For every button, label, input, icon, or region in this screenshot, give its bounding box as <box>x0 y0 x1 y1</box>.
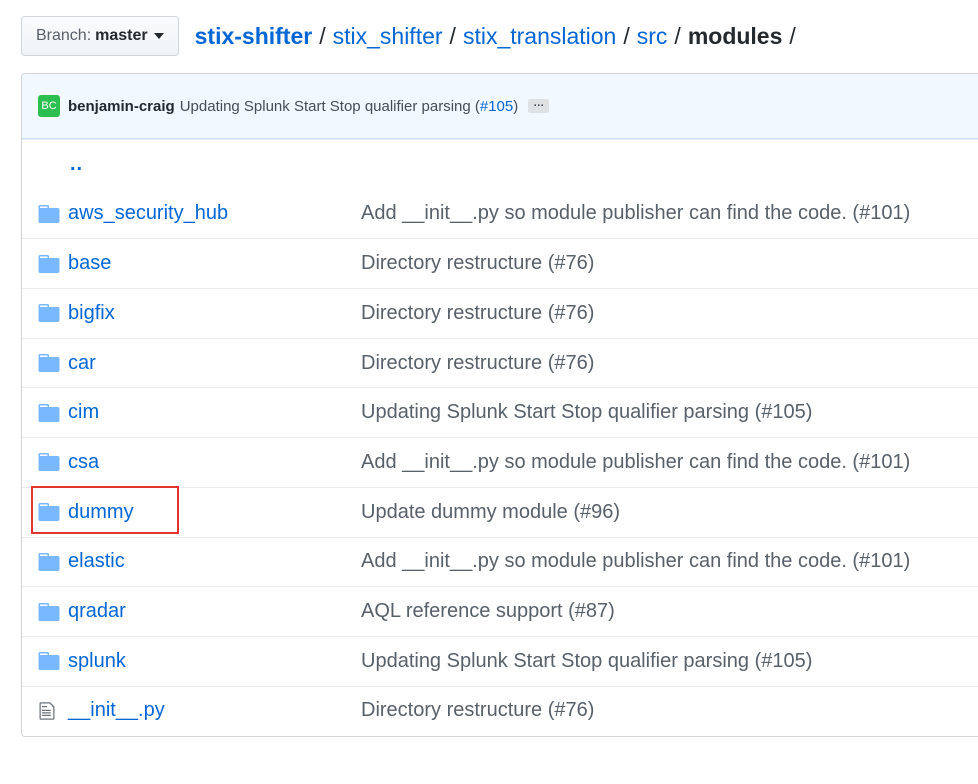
file-name-link[interactable]: cim <box>68 401 361 424</box>
file-name-link[interactable]: elastic <box>68 550 361 573</box>
parent-directory-link[interactable]: .. <box>70 153 83 176</box>
commit-message-end: ) <box>513 97 519 115</box>
file-row[interactable]: bigfix Directory restructure (#76) <box>22 288 978 338</box>
file-row[interactable]: splunk Updating Splunk Start Stop qualifi… <box>22 635 978 686</box>
commit-message-link[interactable]: Add __init__.py so module publisher can … <box>361 451 910 474</box>
file-row[interactable]: qradar AQL reference support (#87) <box>22 586 978 636</box>
file-name-link[interactable]: splunk <box>68 650 361 673</box>
file-row[interactable]: car Directory restructure (#76) <box>22 337 978 388</box>
breadcrumb-repo-link[interactable]: stix-shifter <box>195 23 313 50</box>
commit-expand-button[interactable]: … <box>528 98 550 113</box>
folder-icon <box>38 453 62 472</box>
file-row[interactable]: base Directory restructure (#76) <box>22 238 978 288</box>
file-row[interactable]: csa Add __init__.py so module publisher c… <box>22 437 978 487</box>
file-name-link[interactable]: csa <box>68 451 361 474</box>
file-row[interactable]: cim Updating Splunk Start Stop qualifier … <box>22 387 978 437</box>
commit-message-link[interactable]: Directory restructure (#76) <box>361 352 594 375</box>
branch-selector-button[interactable]: Branch: master <box>21 16 179 56</box>
commit-message-link[interactable]: AQL reference support (#87) <box>361 600 615 623</box>
commit-message-link[interactable]: Updating Splunk Start Stop qualifier par… <box>361 401 812 424</box>
commit-message-link[interactable]: Update dummy module (#96) <box>361 501 620 524</box>
latest-commit-bar: BC benjamin-craig Updating Splunk Start … <box>22 74 978 139</box>
file-name-link[interactable]: aws_security_hub <box>68 202 361 225</box>
commit-message-link[interactable]: Directory restructure (#76) <box>361 252 594 275</box>
file-row[interactable]: elastic Add __init__.py so module publish… <box>22 536 978 587</box>
breadcrumb-link-stix-shifter[interactable]: stix_shifter <box>333 23 443 50</box>
breadcrumb-current: modules <box>687 22 783 49</box>
folder-icon <box>38 403 62 422</box>
folder-icon <box>38 304 62 323</box>
breadcrumb-link-src[interactable]: src <box>637 23 668 50</box>
breadcrumb-separator: / <box>449 22 456 49</box>
folder-icon <box>38 552 62 571</box>
breadcrumb: stix-shifter / stix_shifter / stix_trans… <box>195 23 803 50</box>
file-row[interactable]: aws_security_hub Add __init__.py so modul… <box>22 189 978 239</box>
folder-icon <box>38 652 62 671</box>
file-name-link[interactable]: base <box>68 252 361 275</box>
file-name-link[interactable]: bigfix <box>68 302 361 325</box>
file-name-link[interactable]: car <box>68 352 361 375</box>
breadcrumb-separator: / <box>623 22 630 49</box>
branch-name: master <box>95 27 148 44</box>
caret-down-icon <box>153 33 164 39</box>
breadcrumb-separator: / <box>674 22 681 49</box>
commit-message-text: Updating Splunk Start Stop qualifier par… <box>179 97 480 115</box>
branch-prefix-label: Branch: <box>36 27 92 44</box>
breadcrumb-link-stix-translation[interactable]: stix_translation <box>463 23 616 50</box>
folder-icon <box>38 204 62 223</box>
avatar[interactable]: BC <box>38 95 60 117</box>
folder-icon <box>38 354 62 373</box>
file-icon <box>38 701 62 721</box>
file-name-link[interactable]: dummy <box>68 501 361 524</box>
commit-author-link[interactable]: benjamin-craig <box>68 98 175 115</box>
file-name-link[interactable]: __init__.py <box>68 699 361 722</box>
breadcrumb-separator: / <box>789 22 796 49</box>
commit-pr-link[interactable]: #105 <box>480 98 513 115</box>
commit-message-link[interactable]: Add __init__.py so module publisher can … <box>361 550 910 573</box>
file-row[interactable]: __init__.py Directory restructure (#76) <box>22 685 978 736</box>
folder-icon <box>38 254 62 273</box>
file-row[interactable]: dummy Update dummy module (#96) <box>22 486 978 537</box>
file-name-link[interactable]: qradar <box>68 600 361 623</box>
breadcrumb-separator: / <box>319 22 326 49</box>
topbar: Branch: master stix-shifter / stix_shift… <box>21 16 803 56</box>
file-list: BC benjamin-craig Updating Splunk Start … <box>21 73 978 737</box>
commit-message-link[interactable]: Updating Splunk Start Stop qualifier par… <box>361 650 812 673</box>
commit-message-link[interactable]: Add __init__.py so module publisher can … <box>361 202 910 225</box>
folder-icon <box>38 602 62 621</box>
commit-message-link[interactable]: Directory restructure (#76) <box>361 699 594 722</box>
folder-icon <box>38 503 62 522</box>
commit-message-link[interactable]: Directory restructure (#76) <box>361 302 594 325</box>
commit-message[interactable]: Updating Splunk Start Stop qualifier par… <box>180 98 519 115</box>
parent-directory-row[interactable]: .. <box>22 139 978 189</box>
